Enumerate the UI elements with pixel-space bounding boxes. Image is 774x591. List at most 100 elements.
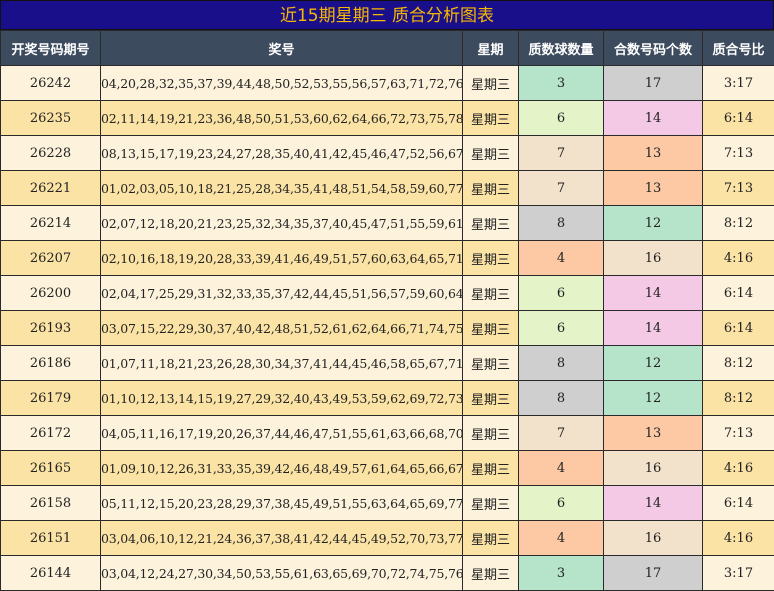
prime-count-cell: 6 (519, 276, 604, 311)
numbers-cell: 01,07,11,18,21,23,26,28,30,34,37,41,44,4… (101, 346, 463, 381)
table-row: 2621402,07,12,18,20,21,23,25,32,34,35,37… (1, 206, 774, 241)
composite-count-cell: 16 (604, 241, 703, 276)
weekday-cell: 星期三 (463, 311, 519, 346)
page-title: 近15期星期三 质合分析图表 (0, 0, 774, 30)
prime-count-cell: 6 (519, 101, 604, 136)
analysis-table: 开奖号码期号 奖号 星期 质数球数量 合数号码个数 质合号比 2624204,2… (0, 30, 774, 591)
weekday-cell: 星期三 (463, 136, 519, 171)
prime-count-cell: 7 (519, 136, 604, 171)
issue-cell: 26214 (1, 206, 101, 241)
weekday-cell: 星期三 (463, 276, 519, 311)
ratio-cell: 7:13 (703, 171, 774, 206)
ratio-cell: 8:12 (703, 206, 774, 241)
weekday-cell: 星期三 (463, 241, 519, 276)
table-row: 2622808,13,15,17,19,23,24,27,28,35,40,41… (1, 136, 774, 171)
weekday-cell: 星期三 (463, 416, 519, 451)
composite-count-cell: 17 (604, 556, 703, 591)
composite-count-cell: 12 (604, 381, 703, 416)
table-row: 2620702,10,16,18,19,20,28,33,39,41,46,49… (1, 241, 774, 276)
prime-count-cell: 8 (519, 346, 604, 381)
numbers-cell: 02,04,17,25,29,31,32,33,35,37,42,44,45,5… (101, 276, 463, 311)
prime-count-cell: 7 (519, 171, 604, 206)
composite-count-cell: 12 (604, 206, 703, 241)
weekday-cell: 星期三 (463, 451, 519, 486)
numbers-cell: 04,05,11,16,17,19,20,26,37,44,46,47,51,5… (101, 416, 463, 451)
table-row: 2617204,05,11,16,17,19,20,26,37,44,46,47… (1, 416, 774, 451)
issue-cell: 26179 (1, 381, 101, 416)
table-row: 2618601,07,11,18,21,23,26,28,30,34,37,41… (1, 346, 774, 381)
ratio-cell: 4:16 (703, 241, 774, 276)
issue-cell: 26151 (1, 521, 101, 556)
chart-page: 近15期星期三 质合分析图表 开奖号码期号 奖号 星期 质数球数量 合数号码个数… (0, 0, 774, 589)
composite-count-cell: 14 (604, 486, 703, 521)
numbers-cell: 05,11,12,15,20,23,28,29,37,38,45,49,51,5… (101, 486, 463, 521)
ratio-cell: 3:17 (703, 66, 774, 101)
prime-count-cell: 4 (519, 521, 604, 556)
header-prime-count: 质数球数量 (519, 31, 604, 66)
weekday-cell: 星期三 (463, 66, 519, 101)
weekday-cell: 星期三 (463, 486, 519, 521)
weekday-cell: 星期三 (463, 346, 519, 381)
composite-count-cell: 14 (604, 311, 703, 346)
prime-count-cell: 4 (519, 241, 604, 276)
header-weekday: 星期 (463, 31, 519, 66)
composite-count-cell: 16 (604, 451, 703, 486)
ratio-cell: 6:14 (703, 311, 774, 346)
numbers-cell: 02,07,12,18,20,21,23,25,32,34,35,37,40,4… (101, 206, 463, 241)
weekday-cell: 星期三 (463, 521, 519, 556)
numbers-cell: 03,04,06,10,12,21,24,36,37,38,41,42,44,4… (101, 521, 463, 556)
ratio-cell: 8:12 (703, 346, 774, 381)
table-row: 2619303,07,15,22,29,30,37,40,42,48,51,52… (1, 311, 774, 346)
issue-cell: 26158 (1, 486, 101, 521)
ratio-cell: 7:13 (703, 416, 774, 451)
issue-cell: 26144 (1, 556, 101, 591)
issue-cell: 26193 (1, 311, 101, 346)
issue-cell: 26165 (1, 451, 101, 486)
header-issue: 开奖号码期号 (1, 31, 101, 66)
table-row: 2622101,02,03,05,10,18,21,25,28,34,35,41… (1, 171, 774, 206)
weekday-cell: 星期三 (463, 171, 519, 206)
numbers-cell: 08,13,15,17,19,23,24,27,28,35,40,41,42,4… (101, 136, 463, 171)
weekday-cell: 星期三 (463, 206, 519, 241)
prime-count-cell: 8 (519, 381, 604, 416)
prime-count-cell: 3 (519, 556, 604, 591)
issue-cell: 26200 (1, 276, 101, 311)
ratio-cell: 7:13 (703, 136, 774, 171)
composite-count-cell: 13 (604, 171, 703, 206)
composite-count-cell: 14 (604, 101, 703, 136)
issue-cell: 26186 (1, 346, 101, 381)
prime-count-cell: 4 (519, 451, 604, 486)
numbers-cell: 02,10,16,18,19,20,28,33,39,41,46,49,51,5… (101, 241, 463, 276)
table-row: 2615805,11,12,15,20,23,28,29,37,38,45,49… (1, 486, 774, 521)
prime-count-cell: 6 (519, 311, 604, 346)
weekday-cell: 星期三 (463, 556, 519, 591)
numbers-cell: 01,10,12,13,14,15,19,27,29,32,40,43,49,5… (101, 381, 463, 416)
table-row: 2624204,20,28,32,35,37,39,44,48,50,52,53… (1, 66, 774, 101)
ratio-cell: 3:17 (703, 556, 774, 591)
ratio-cell: 6:14 (703, 276, 774, 311)
table-row: 2614403,04,12,24,27,30,34,50,53,55,61,63… (1, 556, 774, 591)
ratio-cell: 8:12 (703, 381, 774, 416)
issue-cell: 26221 (1, 171, 101, 206)
prime-count-cell: 8 (519, 206, 604, 241)
table-row: 2616501,09,10,12,26,31,33,35,39,42,46,48… (1, 451, 774, 486)
composite-count-cell: 14 (604, 276, 703, 311)
table-row: 2620002,04,17,25,29,31,32,33,35,37,42,44… (1, 276, 774, 311)
table-row: 2615103,04,06,10,12,21,24,36,37,38,41,42… (1, 521, 774, 556)
numbers-cell: 02,11,14,19,21,23,36,48,50,51,53,60,62,6… (101, 101, 463, 136)
issue-cell: 26207 (1, 241, 101, 276)
composite-count-cell: 12 (604, 346, 703, 381)
numbers-cell: 01,09,10,12,26,31,33,35,39,42,46,48,49,5… (101, 451, 463, 486)
header-composite-count: 合数号码个数 (604, 31, 703, 66)
header-ratio: 质合号比 (703, 31, 774, 66)
issue-cell: 26235 (1, 101, 101, 136)
issue-cell: 26172 (1, 416, 101, 451)
header-row: 开奖号码期号 奖号 星期 质数球数量 合数号码个数 质合号比 (1, 31, 774, 66)
weekday-cell: 星期三 (463, 101, 519, 136)
ratio-cell: 6:14 (703, 101, 774, 136)
ratio-cell: 4:16 (703, 521, 774, 556)
table-body: 2624204,20,28,32,35,37,39,44,48,50,52,53… (1, 66, 774, 591)
issue-cell: 26242 (1, 66, 101, 101)
numbers-cell: 01,02,03,05,10,18,21,25,28,34,35,41,48,5… (101, 171, 463, 206)
prime-count-cell: 6 (519, 486, 604, 521)
